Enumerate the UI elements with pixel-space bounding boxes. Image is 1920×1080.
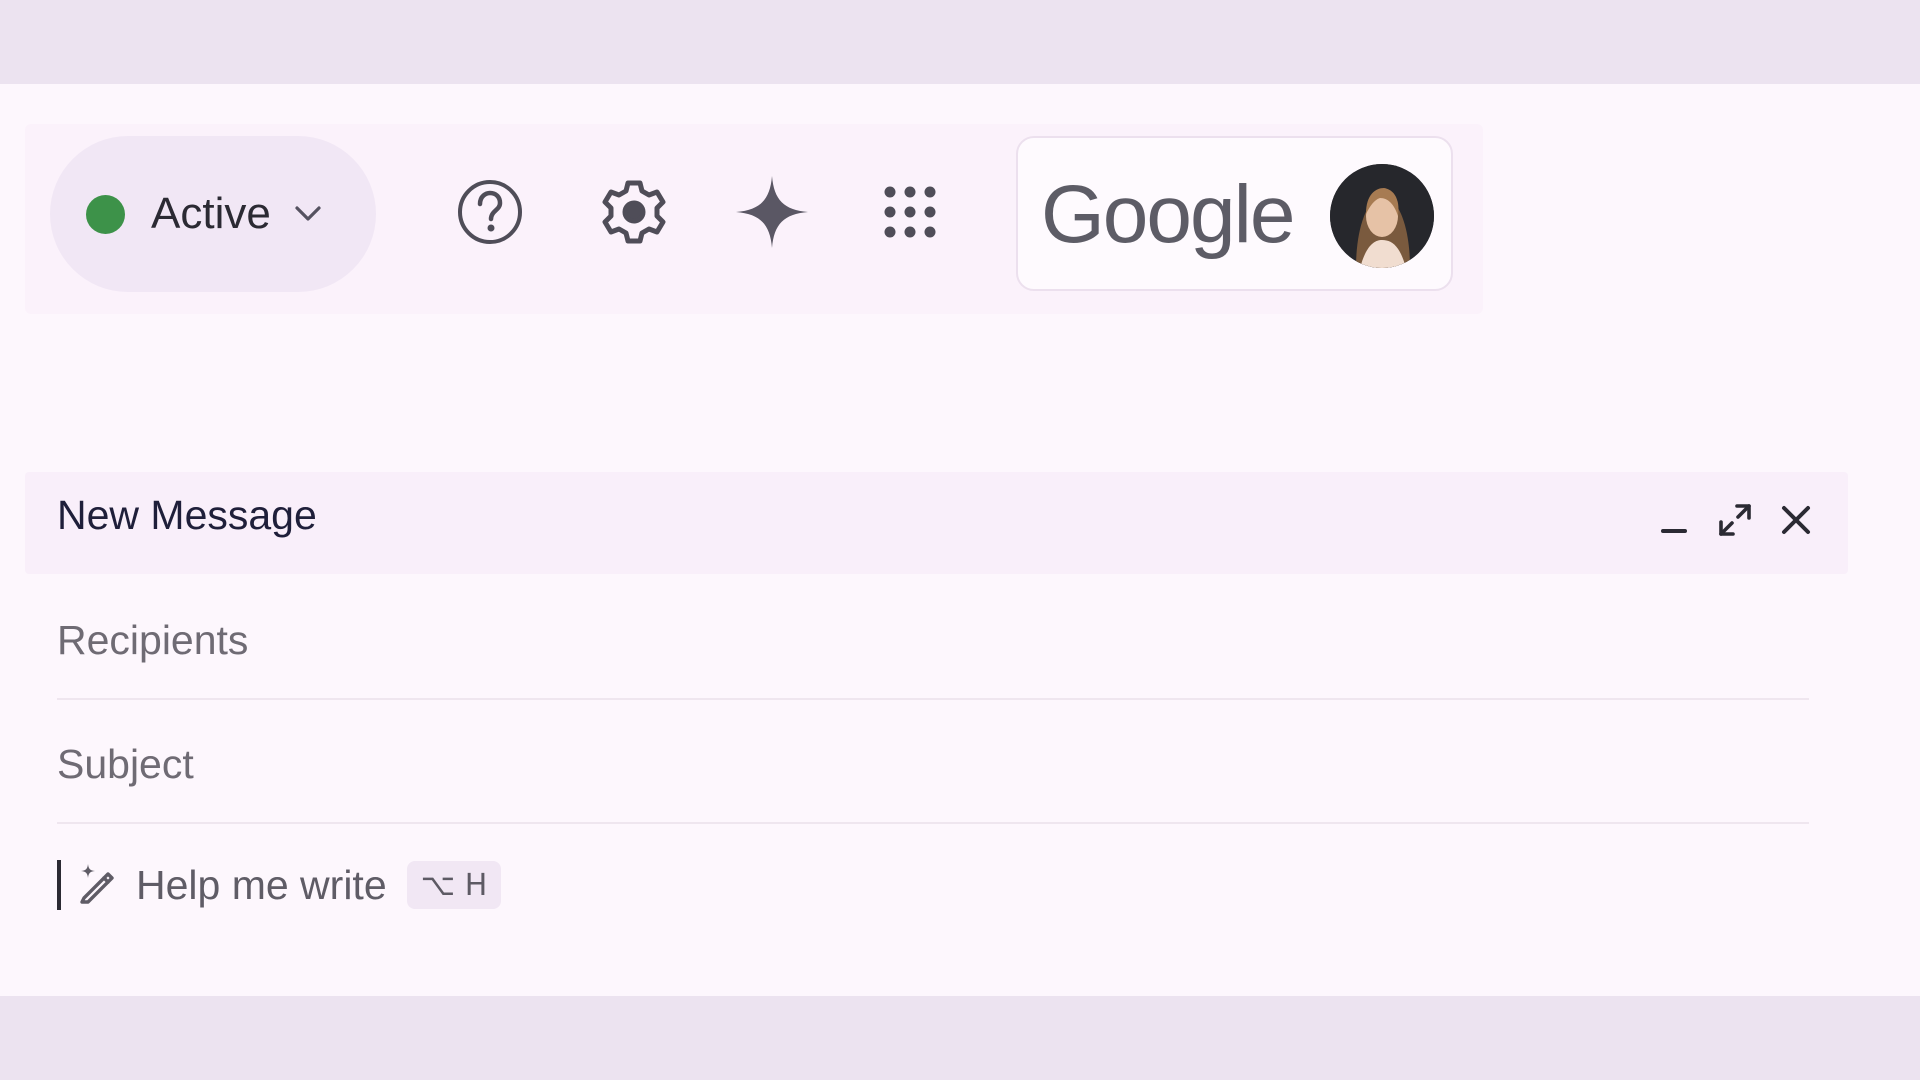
minimize-icon[interactable] — [1648, 494, 1700, 546]
chevron-down-icon — [293, 199, 323, 229]
status-dot — [86, 194, 125, 234]
top-band — [0, 0, 1920, 84]
apps-grid-icon[interactable] — [870, 172, 950, 252]
expand-icon[interactable] — [1709, 494, 1761, 546]
recipients-field[interactable] — [57, 588, 1809, 700]
help-me-write-button[interactable]: Help me write ⌥ H — [76, 860, 502, 910]
shortcut-badge: ⌥ H — [406, 861, 502, 909]
bottom-band — [0, 996, 1920, 1080]
help-icon[interactable] — [450, 172, 530, 252]
help-me-write-label: Help me write — [136, 861, 387, 908]
text-cursor — [57, 860, 61, 910]
status-dropdown[interactable]: Active — [50, 136, 376, 292]
status-label: Active — [151, 189, 271, 238]
google-account-button[interactable]: Google — [1016, 136, 1453, 291]
subject-input[interactable] — [57, 734, 1809, 794]
magic-pen-icon — [76, 862, 118, 909]
subject-field[interactable] — [57, 712, 1809, 824]
close-icon[interactable] — [1770, 494, 1822, 546]
recipients-input[interactable] — [57, 610, 1809, 670]
gemini-sparkle-icon[interactable] — [732, 172, 812, 252]
gear-icon[interactable] — [594, 172, 674, 252]
google-wordmark: Google — [1041, 169, 1295, 260]
compose-title: New Message — [57, 492, 317, 538]
avatar — [1330, 164, 1434, 268]
